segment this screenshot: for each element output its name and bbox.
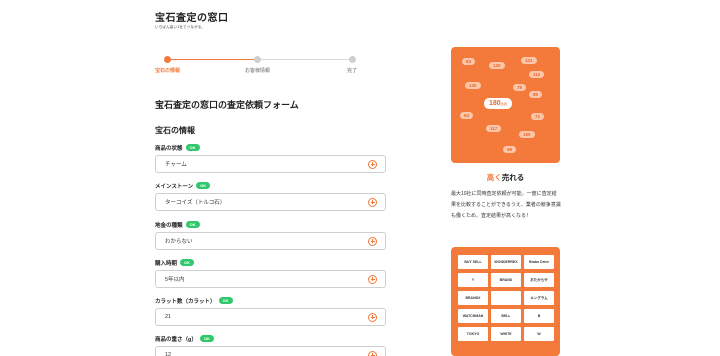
step-dot — [348, 56, 356, 63]
field-carat: カラット数（カラット） OK 21 — [155, 296, 387, 326]
price-bubble-highlight: 180万円 — [484, 98, 512, 109]
promo-heading-rest: 売れる — [501, 173, 525, 182]
field-label: メインストーン OK — [155, 181, 387, 190]
field-label: 地金の種類 OK — [155, 220, 387, 229]
promo-heading-accent: 高く — [486, 173, 502, 182]
select-value: 5年以内 — [165, 277, 185, 283]
partner-logo: Brabo Drive — [524, 255, 554, 269]
price-bubble: 94 — [460, 112, 474, 119]
plus-circle-icon[interactable] — [368, 350, 377, 356]
price-promo-card: 83 120 121 112 140 79 180万円 85 94 72 117… — [451, 47, 560, 163]
partner-logo: W — [524, 327, 554, 341]
partner-logo: WONDERREX — [491, 255, 521, 269]
partner-logo-grid: BUY SELL WONDERREX Brabo Drive Y BRAND お… — [458, 255, 554, 341]
partner-logo: キングラム — [524, 291, 554, 305]
ok-badge: OK — [196, 182, 211, 189]
partner-logo: おたからや — [524, 273, 554, 287]
metal-type-select[interactable]: わからない — [155, 232, 386, 250]
price-bubble: 120 — [489, 62, 505, 69]
partner-logo: WATCHMAN — [458, 309, 488, 323]
partner-logo: B — [524, 309, 554, 323]
field-label-text: カラット数（カラット） — [155, 298, 216, 305]
field-label-text: 地金の種類 — [155, 222, 183, 229]
ok-badge: OK — [185, 144, 200, 151]
select-value: わからない — [165, 239, 193, 245]
promo-description: 最大10社に同時査定依頼が可能。一度に査定結果を比較することができるうえ、業者の… — [451, 191, 561, 219]
price-bubble: 72 — [531, 113, 545, 120]
ok-badge: OK — [199, 335, 214, 342]
step-customer-info: お客様情報 — [245, 56, 270, 74]
price-bubble: 112 — [529, 71, 545, 78]
step-label: 完了 — [347, 68, 358, 74]
stepper-track-progress — [167, 59, 257, 60]
main-stone-select[interactable]: ターコイズ（トルコ石） — [155, 193, 386, 211]
select-value: 21 — [165, 314, 172, 320]
partner-logo: Y — [458, 273, 488, 287]
field-label: カラット数（カラット） OK — [155, 296, 387, 305]
partners-card: BUY SELL WONDERREX Brabo Drive Y BRAND お… — [451, 247, 560, 356]
purchase-period-select[interactable]: 5年以内 — [155, 270, 386, 288]
price-bubble: 121 — [521, 57, 537, 64]
field-main-stone: メインストーン OK ターコイズ（トルコ石） — [155, 181, 387, 211]
partner-logo: WHITE — [491, 327, 521, 341]
partner-logo: BELL — [491, 309, 521, 323]
site-logo[interactable]: 宝石査定の窓口 いちばん高い1社でつながる。 — [155, 9, 229, 30]
weight-select[interactable]: 12 — [155, 346, 386, 356]
price-bubble: 85 — [529, 91, 543, 98]
field-item-condition: 商品の状態 OK チャーム — [155, 143, 387, 173]
price-bubble-value: 180 — [489, 100, 501, 107]
field-weight: 商品の重さ（g） OK 12 — [155, 334, 387, 356]
partner-logo: BUY SELL — [458, 255, 488, 269]
partner-logo: BRANDX — [458, 291, 488, 305]
plus-circle-icon[interactable] — [368, 274, 377, 284]
step-dot — [164, 56, 171, 63]
plus-circle-icon[interactable] — [368, 236, 377, 246]
plus-circle-icon[interactable] — [368, 159, 377, 169]
field-label-text: 商品の重さ（g） — [155, 336, 197, 343]
select-value: 12 — [165, 352, 172, 356]
ok-badge: OK — [180, 259, 195, 266]
step-label: お客様情報 — [245, 68, 271, 74]
partner-logo: BRAND — [491, 273, 521, 287]
section-title: 宝石の情報 — [155, 126, 195, 135]
field-label-text: 商品の状態 — [155, 145, 183, 152]
step-gem-info: 宝石の情報 — [155, 56, 180, 74]
step-dot — [254, 56, 261, 63]
item-condition-select[interactable]: チャーム — [155, 155, 386, 173]
plus-circle-icon[interactable] — [368, 197, 377, 207]
progress-stepper: 宝石の情報 お客様情報 完了 — [155, 56, 361, 78]
field-label: 商品の状態 OK — [155, 143, 387, 152]
field-label: 購入時期 OK — [155, 258, 387, 267]
step-label: 宝石の情報 — [155, 68, 181, 74]
logo-subtitle: いちばん高い1社でつながる。 — [155, 25, 206, 29]
field-label-text: 購入時期 — [155, 260, 178, 267]
promo-heading: 高く売れる — [451, 172, 560, 183]
plus-circle-icon[interactable] — [368, 312, 377, 322]
partner-logo: TOKYO — [458, 327, 488, 341]
field-label-text: メインストーン — [155, 183, 194, 190]
price-bubble: 140 — [465, 82, 481, 89]
field-purchase-period: 購入時期 OK 5年以内 — [155, 258, 387, 288]
price-bubble: 150 — [519, 131, 535, 138]
step-complete: 完了 — [347, 56, 357, 74]
select-value: チャーム — [165, 162, 187, 168]
form-title: 宝石査定の窓口の査定依頼フォーム — [155, 100, 299, 110]
price-bubble-unit: 万円 — [500, 102, 507, 106]
partner-logo — [491, 291, 521, 305]
field-metal-type: 地金の種類 OK わからない — [155, 220, 387, 250]
carat-select[interactable]: 21 — [155, 308, 386, 326]
field-label: 商品の重さ（g） OK — [155, 334, 387, 343]
select-value: ターコイズ（トルコ石） — [165, 200, 226, 206]
logo-title: 宝石査定の窓口 — [155, 13, 229, 24]
price-bubble: 98 — [503, 146, 517, 153]
ok-badge: OK — [185, 221, 200, 228]
price-bubble: 79 — [513, 84, 527, 91]
price-bubble: 117 — [486, 125, 502, 132]
ok-badge: OK — [218, 297, 233, 304]
price-bubble: 83 — [462, 58, 476, 65]
